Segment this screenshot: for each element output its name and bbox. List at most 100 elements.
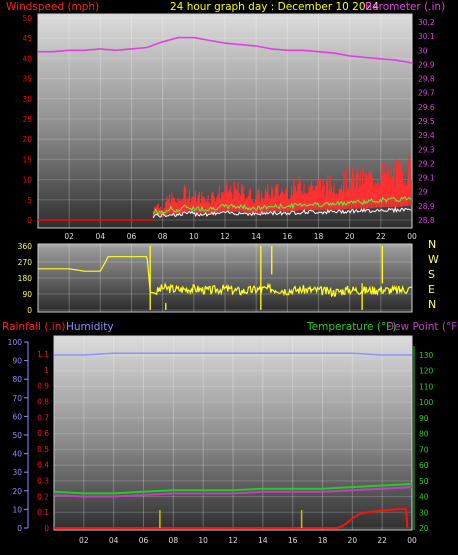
windspeed-tick: 40 <box>22 54 32 63</box>
compass-letter: E <box>428 283 435 296</box>
time-tick: 00 <box>407 232 417 241</box>
windspeed-tick: 25 <box>22 115 32 124</box>
windspeed-tick: 20 <box>22 135 32 144</box>
humidity-tick: 50 <box>12 431 22 440</box>
direction-tick: 270 <box>18 258 33 267</box>
rainfall-tick: 0.8 <box>37 397 49 406</box>
time-tick: 08 <box>158 232 168 241</box>
compass-letter: W <box>428 253 439 266</box>
temperature-tick: 30 <box>419 508 429 517</box>
time-tick: 04 <box>109 536 119 545</box>
time-tick: 02 <box>64 232 74 241</box>
rainfall-tick: 1 <box>44 366 49 375</box>
time-tick: 12 <box>220 232 230 241</box>
chart-title: 24 hour graph day : December 10 2024 <box>170 1 379 13</box>
rainfall-axis: 0 0.1 0.2 0.3 0.4 0.5 0.6 0.7 0.8 0.9 1 1.1 <box>37 350 49 533</box>
rainfall-axis-title: Rainfall (.in) <box>2 321 65 333</box>
rainfall-tick: 0 <box>44 524 49 533</box>
windspeed-tick: 0 <box>27 216 32 225</box>
dewpoint-axis-title: Dew Point (°F) <box>386 321 458 333</box>
time-tick: 18 <box>314 232 324 241</box>
humidity-tick: 0 <box>17 524 22 533</box>
time-axis-bottom: 02 04 06 08 10 12 14 16 18 20 22 00 <box>79 536 417 545</box>
time-tick: 14 <box>258 536 268 545</box>
time-tick: 10 <box>189 232 199 241</box>
time-axis-top: 02 04 06 08 10 12 14 16 18 20 22 00 <box>64 232 417 241</box>
humidity-tick: 100 <box>8 338 23 347</box>
windspeed-tick: 30 <box>22 95 32 104</box>
rainfall-tick: 0.1 <box>37 508 49 517</box>
time-tick: 12 <box>228 536 238 545</box>
rainfall-tick: 0.3 <box>37 477 49 486</box>
time-tick: 16 <box>283 232 293 241</box>
temperature-tick: 50 <box>419 477 429 486</box>
temperature-tick: 80 <box>419 430 429 439</box>
rainfall-tick: 1.1 <box>37 350 49 359</box>
windspeed-tick: 5 <box>27 196 32 205</box>
direction-axis: 0 90 180 270 360 <box>18 242 33 315</box>
compass-letter: S <box>428 268 435 281</box>
temperature-tick: 130 <box>419 351 434 360</box>
compass-letter: N <box>428 238 436 251</box>
windspeed-tick: 50 <box>22 14 32 23</box>
barometer-tick: 28.9 <box>418 202 435 211</box>
rainfall-tick: 0.5 <box>37 445 49 454</box>
temperature-tick: 20 <box>419 524 429 533</box>
humidity-tick: 20 <box>12 487 22 496</box>
temperature-tick: 60 <box>419 461 429 470</box>
barometer-tick: 29.4 <box>418 131 435 140</box>
time-tick: 06 <box>139 536 149 545</box>
time-tick: 20 <box>348 536 358 545</box>
humidity-axis: 0 10 20 30 40 50 60 70 80 90 100 <box>8 338 29 533</box>
direction-tick: 0 <box>27 306 32 315</box>
barometer-tick: 29.6 <box>418 103 435 112</box>
temperature-tick: 100 <box>419 398 434 407</box>
rainfall-tick: 0.9 <box>37 382 49 391</box>
direction-tick: 360 <box>18 242 33 251</box>
windspeed-tick: 10 <box>22 176 32 185</box>
barometer-tick: 29.1 <box>418 174 435 183</box>
time-tick: 00 <box>407 536 417 545</box>
temperature-tick: 110 <box>419 382 434 391</box>
barometer-tick: 30 <box>418 46 428 55</box>
time-tick: 16 <box>288 536 298 545</box>
humidity-tick: 80 <box>12 375 22 384</box>
direction-tick: 90 <box>22 290 32 299</box>
barometer-tick: 29.5 <box>418 117 435 126</box>
humidity-tick: 70 <box>12 394 22 403</box>
windspeed-tick: 45 <box>22 34 32 43</box>
rainfall-tick: 0.6 <box>37 429 49 438</box>
barometer-tick: 29.7 <box>418 89 435 98</box>
direction-tick: 180 <box>18 274 33 283</box>
barometer-axis-title: Barometer (.in) <box>365 1 445 13</box>
barometer-tick: 29.9 <box>418 60 435 69</box>
compass-letter: N <box>428 298 436 311</box>
barometer-axis: 28.8 28.9 29 29.1 29.2 29.3 29.4 29.5 29.6 29.7 29… <box>418 18 435 225</box>
humidity-tick: 40 <box>12 450 22 459</box>
humidity-tick: 10 <box>12 505 22 514</box>
barometer-tick: 30.2 <box>418 18 435 27</box>
time-tick: 02 <box>79 536 89 545</box>
humidity-tick: 30 <box>12 468 22 477</box>
time-tick: 18 <box>318 536 328 545</box>
barometer-tick: 28.8 <box>418 216 435 225</box>
humidity-tick: 90 <box>12 357 22 366</box>
rainfall-tick: 0.7 <box>37 413 49 422</box>
temperature-axis-title: Temperature (°F) <box>306 321 396 333</box>
compass-labels: NWSEN <box>428 238 439 311</box>
windspeed-tick: 15 <box>22 155 32 164</box>
windspeed-tick: 35 <box>22 75 32 84</box>
time-tick: 06 <box>127 232 137 241</box>
windspeed-axis-title: Windspeed (mph) <box>6 1 99 13</box>
temperature-tick: 40 <box>419 493 429 502</box>
temperature-tick: 70 <box>419 445 429 454</box>
rainfall-tick: 0.2 <box>37 492 49 501</box>
temperature-axis: 20 30 40 50 60 70 80 90 100 110 120 130 <box>413 346 434 533</box>
humidity-tick: 60 <box>12 412 22 421</box>
barometer-tick: 29.3 <box>418 145 435 154</box>
rainfall-tick: 0.4 <box>37 461 49 470</box>
weather-graph: Windspeed (mph) 24 hour graph day : Dece… <box>2 1 458 545</box>
time-tick: 10 <box>198 536 208 545</box>
temperature-tick: 90 <box>419 414 429 423</box>
windspeed-axis: 0 5 10 15 20 25 30 35 40 45 50 <box>22 14 32 225</box>
